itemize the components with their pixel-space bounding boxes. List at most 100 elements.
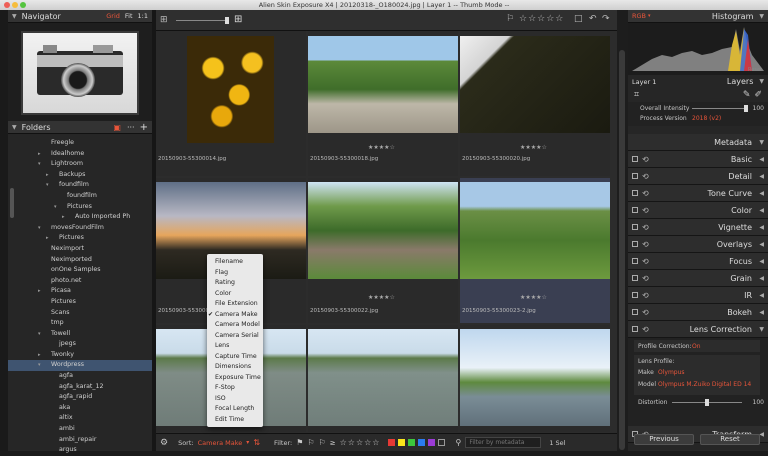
thumbnail-cell[interactable]: [308, 325, 458, 432]
toggle-icon[interactable]: [632, 224, 638, 230]
process-version-dropdown[interactable]: 2018 (v2): [692, 115, 721, 122]
distortion-slider-handle[interactable]: [705, 399, 709, 406]
filter-unflag-icon[interactable]: ⚐: [319, 438, 326, 447]
import-icon[interactable]: ▣: [113, 123, 121, 132]
toggle-icon[interactable]: [632, 309, 638, 315]
thumbnail-cell[interactable]: 20150903-55300023-2.jpg ★★★★☆: [460, 178, 610, 323]
folder-item[interactable]: Scans: [8, 308, 152, 319]
sort-menu-item[interactable]: Lens: [207, 341, 263, 352]
metadata-filter-input[interactable]: [465, 437, 542, 448]
sort-menu-item[interactable]: File Extension: [207, 299, 263, 310]
thumbnail-image[interactable]: [460, 36, 610, 133]
sort-menu-item[interactable]: Focal Length: [207, 404, 263, 415]
histogram-header[interactable]: RGB ▾ Histogram ▼: [628, 10, 768, 23]
reset-panel-icon[interactable]: ⟲: [642, 172, 649, 181]
thumbnail-cell[interactable]: 20150903-55300022.jpg ★★★★☆: [308, 178, 458, 323]
profile-correction-dropdown[interactable]: On: [692, 343, 701, 350]
thumbnail-cell[interactable]: 20150903-55300014.jpg: [156, 31, 306, 176]
sort-menu-item[interactable]: Flag: [207, 268, 263, 279]
reset-panel-icon[interactable]: ⟲: [642, 240, 649, 249]
chevron-down-icon[interactable]: ▾: [246, 439, 249, 446]
more-icon[interactable]: ···: [127, 123, 135, 132]
folder-item[interactable]: ▸ Pictures: [8, 233, 152, 244]
folder-item[interactable]: agfa_karat_12: [8, 382, 152, 393]
filter-flag-icon[interactable]: ⚑: [296, 438, 303, 447]
expanded-triangle-icon[interactable]: ▾: [38, 159, 41, 170]
expanded-triangle-icon[interactable]: ▾: [46, 180, 49, 191]
reset-panel-icon[interactable]: ⟲: [642, 189, 649, 198]
reset-panel-icon[interactable]: ⟲: [642, 274, 649, 283]
toggle-icon[interactable]: [632, 275, 638, 281]
collapsed-triangle-icon[interactable]: ▸: [46, 233, 49, 244]
panel-lens-correction[interactable]: ⟲ Lens Correction ▼: [628, 321, 768, 338]
expanded-triangle-icon[interactable]: ▾: [38, 329, 41, 340]
brush-icon[interactable]: ✎: [743, 90, 751, 100]
reset-panel-icon[interactable]: ⟲: [642, 223, 649, 232]
sort-menu-item[interactable]: Color: [207, 289, 263, 300]
folder-item[interactable]: ▾ Lightroom: [8, 159, 152, 170]
folder-item[interactable]: ambi_repair: [8, 435, 152, 446]
thumb-size-slider[interactable]: [176, 20, 228, 21]
filter-compare-icon[interactable]: ≥: [330, 439, 336, 447]
nav-fit-button[interactable]: Fit: [125, 12, 133, 20]
folder-item[interactable]: ▸ Idealhome: [8, 149, 152, 160]
thumbnail-image[interactable]: [460, 182, 610, 279]
folder-item[interactable]: ▸ Backups: [8, 170, 152, 181]
add-folder-icon[interactable]: +: [140, 122, 148, 133]
thumbnail-image[interactable]: [187, 36, 274, 143]
folder-item[interactable]: onOne Samples: [8, 265, 152, 276]
reset-panel-icon[interactable]: ⟲: [642, 206, 649, 215]
thumbnail-image[interactable]: [308, 182, 458, 279]
thumbnail-image[interactable]: [460, 329, 610, 426]
panel-ir[interactable]: ⟲ IR ◀: [628, 287, 768, 304]
distortion-value[interactable]: 100: [753, 399, 764, 406]
histogram-reset[interactable]: Reset: [748, 67, 762, 73]
folder-item[interactable]: agfa_rapid: [8, 392, 152, 403]
previous-button[interactable]: Previous: [634, 434, 694, 445]
folders-scrollbar[interactable]: [10, 188, 14, 218]
crop-icon[interactable]: ⌗: [634, 90, 639, 100]
panel-bokeh[interactable]: ⟲ Bokeh ◀: [628, 304, 768, 321]
folder-item[interactable]: ▾ Pictures: [8, 202, 152, 213]
sort-menu-item[interactable]: Filename: [207, 257, 263, 268]
thumbnail-rating[interactable]: ★★★★☆: [368, 294, 395, 301]
collapsed-triangle-icon[interactable]: ▸: [38, 286, 41, 297]
panel-tone-curve[interactable]: ⟲ Tone Curve ◀: [628, 185, 768, 202]
folder-item[interactable]: foundfilm: [8, 191, 152, 202]
navigator-header[interactable]: ▼ Navigator Grid Fit 1:1: [8, 10, 152, 23]
toggle-icon[interactable]: [632, 292, 638, 298]
folder-item[interactable]: photo.net: [8, 276, 152, 287]
expanded-triangle-icon[interactable]: ▾: [38, 223, 41, 234]
histogram-mode[interactable]: RGB: [632, 12, 646, 20]
expanded-triangle-icon[interactable]: ▾: [54, 202, 57, 213]
panel-detail[interactable]: ⟲ Detail ◀: [628, 168, 768, 185]
sort-menu-item[interactable]: ISO: [207, 394, 263, 405]
rotate-right-icon[interactable]: ↷: [602, 14, 610, 24]
green-swatch[interactable]: [408, 439, 416, 446]
folder-item[interactable]: ▾ Wordpress: [8, 360, 152, 372]
zoom-window-button[interactable]: [20, 2, 26, 8]
folder-item[interactable]: tmp: [8, 318, 152, 329]
sort-menu-item[interactable]: Edit Time: [207, 415, 263, 426]
reset-panel-icon[interactable]: ⟲: [642, 257, 649, 266]
yellow-swatch[interactable]: [398, 439, 406, 446]
sort-menu-item[interactable]: Camera Model: [207, 320, 263, 331]
thumbnail-cell[interactable]: 20150903-55300018.jpg ★★★★☆: [308, 31, 458, 176]
intensity-slider[interactable]: [692, 108, 748, 109]
reset-panel-icon[interactable]: ⟲: [642, 291, 649, 300]
toggle-icon[interactable]: [632, 156, 638, 162]
filter-reject-icon[interactable]: ⚐: [307, 438, 314, 447]
nav-1to1-button[interactable]: 1:1: [138, 12, 148, 20]
settings-gear-icon[interactable]: ⚙: [160, 438, 168, 448]
toggle-icon[interactable]: [632, 173, 638, 179]
sort-direction-icon[interactable]: ⇅: [253, 438, 260, 447]
rotate-left-icon[interactable]: ↶: [589, 14, 597, 24]
model-dropdown[interactable]: Olympus M.Zuiko Digital ED 14: [658, 381, 756, 388]
toggle-icon[interactable]: [632, 326, 638, 332]
thumbnail-image[interactable]: [308, 36, 458, 133]
sort-menu-item[interactable]: ✔ Camera Make: [207, 310, 263, 321]
thumbnail-rating[interactable]: ★★★★☆: [520, 144, 547, 151]
folder-item[interactable]: Neximport: [8, 244, 152, 255]
folder-item[interactable]: agfa: [8, 371, 152, 382]
toggle-icon[interactable]: [632, 258, 638, 264]
